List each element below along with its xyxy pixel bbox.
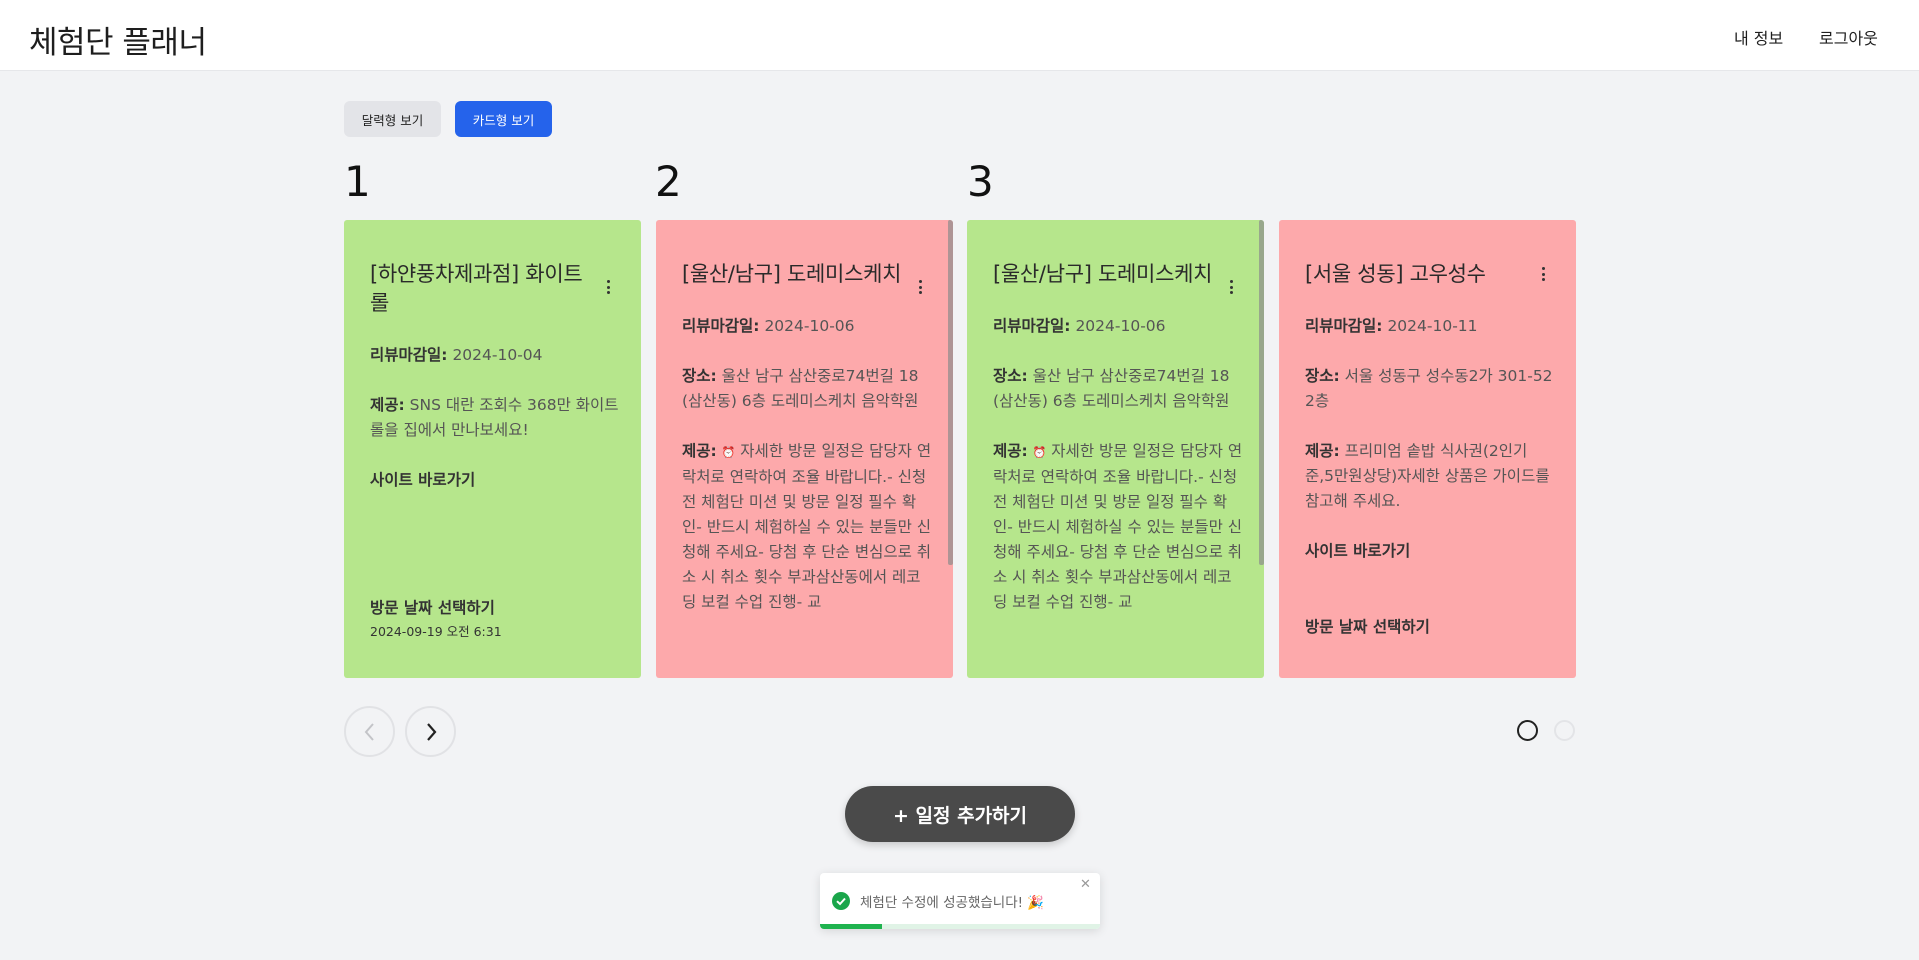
add-schedule-button[interactable]: + 일정 추가하기 [845,786,1075,842]
chevron-right-icon [426,722,436,741]
card-view-button[interactable]: 카드형 보기 [455,101,552,137]
previous-slide-button[interactable] [344,706,395,757]
card-title: [서울 성동] 고우성수 [1305,262,1486,286]
next-slide-button[interactable] [405,706,456,757]
column-number: 3 [967,157,994,206]
place-info: 장소: 울산 남구 삼산중로74번길 18 (삼산동) 6층 도레미스케치 음악… [993,367,1230,410]
offer-info: 제공: ⏰ 자세한 방문 일정은 담당자 연락처로 연락하여 조율 바랍니다.-… [682,442,932,611]
logout-link[interactable]: 로그아웃 [1819,25,1878,49]
success-toast: 체험단 수정에 성공했습니다! 🎉 ✕ [820,873,1100,929]
chevron-left-icon [364,722,374,741]
review-deadline: 리뷰마감일: 2024-10-06 [682,317,855,335]
alarm-icon: ⏰ [721,446,736,459]
place-info: 장소: 서울 성동구 성수동2가 301-52 2층 [1305,367,1553,410]
schedule-card[interactable]: [서울 성동] 고우성수 리뷰마감일: 2024-10-11 장소: 서울 성동… [1279,220,1576,678]
pagination-dot-active[interactable] [1517,720,1538,741]
review-deadline: 리뷰마감일: 2024-10-06 [993,317,1166,335]
app-title[interactable]: 체험단 플래너 [29,17,207,62]
schedule-card[interactable]: [울산/남구] 도레미스케치 리뷰마감일: 2024-10-06 장소: 울산 … [656,220,953,678]
app-header: 체험단 플래너 내 정보 로그아웃 [0,0,1919,71]
column-number: 2 [655,157,682,206]
offer-info: 제공: ⏰ 자세한 방문 일정은 담당자 연락처로 연락하여 조율 바랍니다.-… [993,442,1243,611]
pagination-dot[interactable] [1554,720,1575,741]
visit-date-select-button[interactable]: 방문 날짜 선택하기 [1305,615,1430,637]
schedule-card[interactable]: [울산/남구] 도레미스케치 리뷰마감일: 2024-10-06 장소: 울산 … [967,220,1264,678]
card-scrollbar[interactable] [1259,220,1264,565]
column-number: 1 [344,157,371,206]
review-deadline: 리뷰마감일: 2024-10-04 [370,346,543,364]
check-circle-icon [832,892,850,910]
offer-info: 제공: 프리미엄 솥밥 식사권(2인기준,5만원상당)자세한 상품은 가이드를 … [1305,442,1550,510]
site-link[interactable]: 사이트 바로가기 [370,468,620,490]
my-info-link[interactable]: 내 정보 [1734,25,1783,49]
calendar-view-button[interactable]: 달력형 보기 [344,101,441,137]
site-link[interactable]: 사이트 바로가기 [1305,539,1555,561]
card-title: [울산/남구] 도레미스케치 [682,262,902,286]
place-info: 장소: 울산 남구 삼산중로74번길 18 (삼산동) 6층 도레미스케치 음악… [682,367,919,410]
card-title: [하얀풍차제과점] 화이트롤 [370,262,583,315]
schedule-card[interactable]: [하얀풍차제과점] 화이트롤 리뷰마감일: 2024-10-04 제공: SNS… [344,220,641,678]
toast-message: 체험단 수정에 성공했습니다! 🎉 [860,895,1045,911]
visit-date-select-button[interactable]: 방문 날짜 선택하기 [370,596,495,618]
card-scrollbar[interactable] [948,220,953,565]
visit-date: 2024-09-19 오전 6:31 [370,624,502,639]
toast-progress-bar [820,924,882,929]
alarm-icon: ⏰ [1032,446,1047,459]
offer-info: 제공: SNS 대란 조회수 368만 화이트롤을 집에서 만나보세요! [370,396,619,439]
review-deadline: 리뷰마감일: 2024-10-11 [1305,317,1478,335]
card-title: [울산/남구] 도레미스케치 [993,262,1213,286]
close-icon[interactable]: ✕ [1080,877,1091,892]
